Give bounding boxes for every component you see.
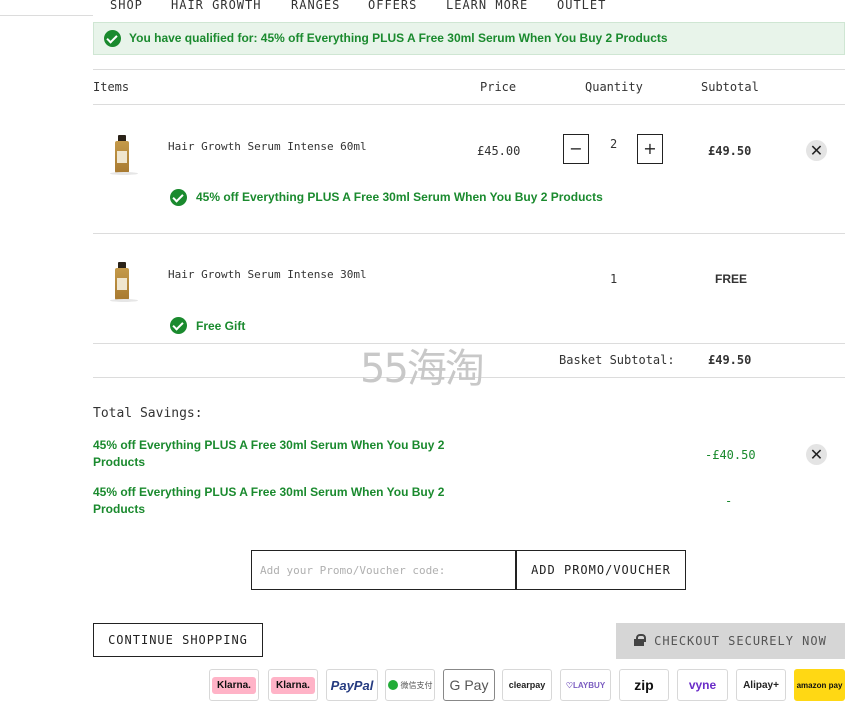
paypal-logo: PayPal <box>326 669 378 701</box>
divider <box>93 104 845 105</box>
basket-subtotal-label: Basket Subtotal: <box>559 353 675 367</box>
product-price: £45.00 <box>477 144 521 158</box>
product-name[interactable]: Hair Growth Serum Intense 60ml <box>168 140 367 153</box>
row-subtotal: £49.50 <box>708 144 752 158</box>
free-gift-label: Free Gift <box>196 319 246 333</box>
promo-code-input[interactable] <box>251 550 516 590</box>
wechat-pay-logo: 微信支付 <box>385 669 435 701</box>
header-subtotal: Subtotal <box>701 80 759 94</box>
quantity-value: 1 <box>610 272 618 286</box>
divider <box>93 69 845 70</box>
watermark-logo: 55海淘 <box>360 346 485 392</box>
saving-amount: - <box>725 494 733 508</box>
nav-ranges[interactable]: RANGES <box>291 0 340 12</box>
remove-saving-icon[interactable]: ✕ <box>806 444 827 465</box>
nav-learn-more[interactable]: LEARN MORE <box>446 0 528 12</box>
zip-logo: zip <box>619 669 669 701</box>
qualified-banner: You have qualified for: 45% off Everythi… <box>93 22 845 55</box>
header-price: Price <box>480 80 517 94</box>
amazon-pay-logo: amazon pay <box>794 669 845 701</box>
add-promo-button[interactable]: ADD PROMO/VOUCHER <box>516 550 686 590</box>
google-pay-logo: G Pay <box>443 669 495 701</box>
quantity-increase-button[interactable]: + <box>637 134 663 164</box>
quantity-decrease-button[interactable]: − <box>563 134 589 164</box>
nav-divider <box>0 15 93 16</box>
row-subtotal: FREE <box>715 272 748 286</box>
alipay-logo: Alipay+ <box>736 669 786 701</box>
product-image[interactable] <box>110 135 138 175</box>
lock-icon <box>634 634 647 646</box>
saving-text: 45% off Everything PLUS A Free 30ml Seru… <box>93 438 445 469</box>
header-quantity: Quantity <box>585 80 643 94</box>
continue-shopping-button[interactable]: CONTINUE SHOPPING <box>93 623 263 657</box>
divider <box>93 233 845 234</box>
check-circle-icon <box>170 189 187 206</box>
savings-title: Total Savings: <box>93 406 203 421</box>
banner-text: You have qualified for: 45% off Everythi… <box>129 31 668 45</box>
check-circle-icon <box>104 30 121 47</box>
laybuy-logo: ♡ LAYBUY <box>560 669 611 701</box>
remove-item-icon[interactable]: ✕ <box>806 140 827 161</box>
product-name[interactable]: Hair Growth Serum Intense 30ml <box>168 268 367 281</box>
row-promo-text: 45% off Everything PLUS A Free 30ml Seru… <box>196 190 603 204</box>
checkout-button[interactable]: CHECKOUT SECURELY NOW <box>616 623 845 659</box>
vyne-logo: vyne <box>677 669 728 701</box>
saving-amount: -£40.50 <box>705 448 756 462</box>
checkout-label: CHECKOUT SECURELY NOW <box>654 634 827 648</box>
nav-hair-growth[interactable]: HAIR GROWTH <box>171 0 261 12</box>
basket-subtotal-value: £49.50 <box>708 353 752 367</box>
check-circle-icon <box>170 317 187 334</box>
nav-offers[interactable]: OFFERS <box>368 0 417 12</box>
klarna-logo: Klarna. <box>209 669 259 701</box>
nav-outlet[interactable]: OUTLET <box>557 0 606 12</box>
header-items: Items <box>93 80 130 94</box>
nav-shop[interactable]: SHOP <box>110 0 143 12</box>
klarna-logo: Klarna. <box>268 669 318 701</box>
clearpay-logo: clearpay <box>502 669 552 701</box>
saving-text: 45% off Everything PLUS A Free 30ml Seru… <box>93 485 445 516</box>
quantity-value[interactable]: 2 <box>610 137 617 151</box>
product-image[interactable] <box>110 262 138 302</box>
